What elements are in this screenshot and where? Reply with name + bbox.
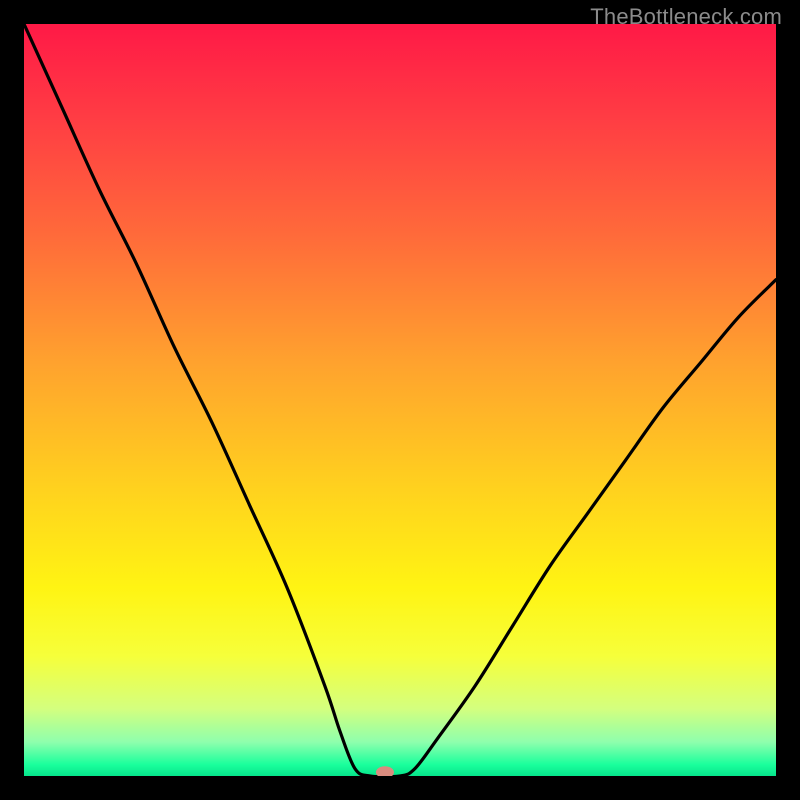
chart-frame: TheBottleneck.com	[0, 0, 800, 800]
gradient-background	[24, 24, 776, 776]
bottleneck-plot	[24, 24, 776, 776]
plot-svg	[24, 24, 776, 776]
